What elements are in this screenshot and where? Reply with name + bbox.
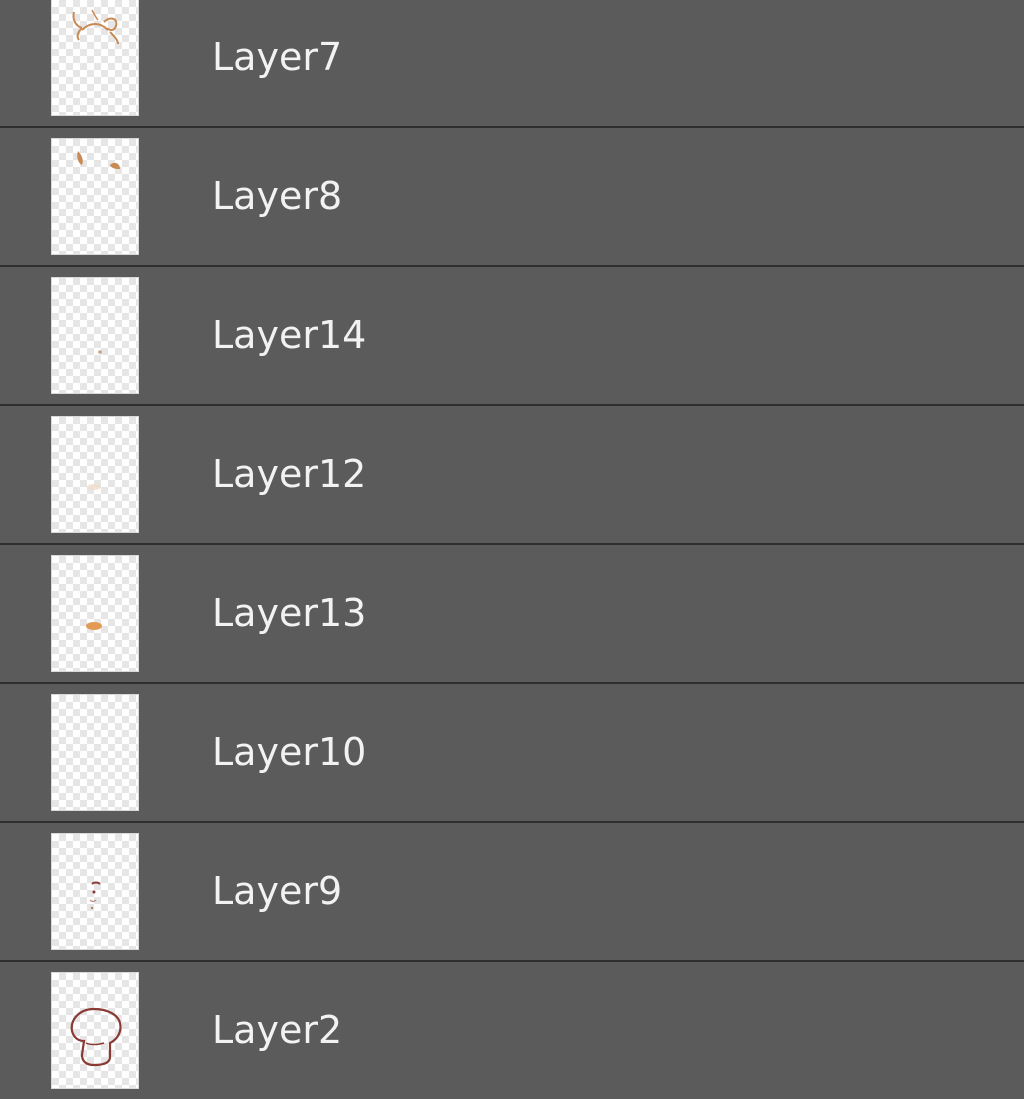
layer-name[interactable]: Layer7 — [212, 0, 342, 126]
layer-thumbnail[interactable] — [51, 277, 139, 394]
layer-thumbnail[interactable] — [51, 555, 139, 672]
layer-row-layer8[interactable]: Layer8 — [0, 128, 1024, 267]
layer-thumbnail[interactable] — [51, 694, 139, 811]
layer-thumbnail[interactable] — [51, 972, 139, 1089]
layer-row-layer9[interactable]: Layer9 — [0, 823, 1024, 962]
layer-row-layer10[interactable]: Layer10 — [0, 684, 1024, 823]
layer-name[interactable]: Layer10 — [212, 684, 366, 821]
layer-thumbnail[interactable] — [51, 833, 139, 950]
tiny-dot-thumbnail-icon — [98, 350, 102, 354]
layer-name[interactable]: Layer8 — [212, 128, 342, 265]
layer-name[interactable]: Layer9 — [212, 823, 342, 960]
layer-thumbnail[interactable] — [51, 416, 139, 533]
orange-spot-thumbnail-icon — [86, 622, 102, 630]
layer-row-layer14[interactable]: Layer14 — [0, 267, 1024, 406]
face-marks-thumbnail-icon — [89, 881, 101, 910]
ear-tips-thumbnail-icon — [77, 151, 120, 169]
layer-row-layer13[interactable]: Layer13 — [0, 545, 1024, 684]
layer-name[interactable]: Layer13 — [212, 545, 366, 682]
layer-thumbnail[interactable] — [51, 138, 139, 255]
layer-name[interactable]: Layer2 — [212, 962, 342, 1099]
layer-row-layer12[interactable]: Layer12 — [0, 406, 1024, 545]
layer-row-layer7[interactable]: Layer7 — [0, 0, 1024, 128]
ears-sketch-thumbnail-icon — [72, 9, 119, 45]
faint-blush-thumbnail-icon — [87, 484, 101, 490]
head-outline-thumbnail-icon — [70, 1007, 122, 1067]
layer-name[interactable]: Layer14 — [212, 267, 366, 404]
layers-panel: Layer7 Layer8 Layer14 Layer12 Layer13 La… — [0, 0, 1024, 1099]
layer-thumbnail[interactable] — [51, 0, 139, 116]
layer-name[interactable]: Layer12 — [212, 406, 366, 543]
layer-row-layer2[interactable]: Layer2 — [0, 962, 1024, 1099]
empty-thumbnail-icon — [52, 695, 138, 810]
